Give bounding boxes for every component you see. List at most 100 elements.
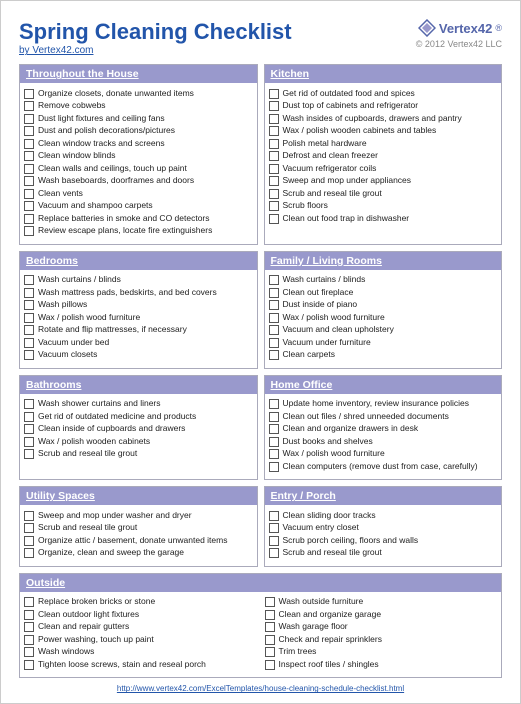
checkbox[interactable] xyxy=(269,300,279,310)
checkbox[interactable] xyxy=(265,647,275,657)
checkbox[interactable] xyxy=(269,412,279,422)
item-label: Clean and repair gutters xyxy=(38,621,129,632)
item-label: Organize attic / basement, donate unwant… xyxy=(38,535,227,546)
checkbox[interactable] xyxy=(24,622,34,632)
item-label: Scrub and reseal tile grout xyxy=(38,448,137,459)
checkbox[interactable] xyxy=(265,597,275,607)
list-item: Trim trees xyxy=(265,646,498,657)
checkbox[interactable] xyxy=(24,412,34,422)
checkbox[interactable] xyxy=(24,139,34,149)
checkbox[interactable] xyxy=(24,610,34,620)
item-label: Clean window tracks and screens xyxy=(38,138,165,149)
checkbox[interactable] xyxy=(24,660,34,670)
checkbox[interactable] xyxy=(24,201,34,211)
checkbox[interactable] xyxy=(269,214,279,224)
checkbox[interactable] xyxy=(24,189,34,199)
checkbox[interactable] xyxy=(24,548,34,558)
checkbox[interactable] xyxy=(269,189,279,199)
checkbox[interactable] xyxy=(24,325,34,335)
checkbox[interactable] xyxy=(24,164,34,174)
item-label: Review escape plans, locate fire extingu… xyxy=(38,225,212,236)
checkbox[interactable] xyxy=(269,424,279,434)
checkbox[interactable] xyxy=(269,338,279,348)
section-header-outside: Outside xyxy=(20,574,501,592)
checkbox[interactable] xyxy=(265,660,275,670)
checkbox[interactable] xyxy=(269,399,279,409)
checkbox[interactable] xyxy=(24,437,34,447)
checkbox[interactable] xyxy=(24,126,34,136)
checkbox[interactable] xyxy=(269,164,279,174)
checkbox[interactable] xyxy=(24,313,34,323)
list-item: Dust top of cabinets and refrigerator xyxy=(269,100,498,111)
section-items-bedrooms: Wash curtains / blindsWash mattress pads… xyxy=(20,270,257,361)
checkbox[interactable] xyxy=(24,350,34,360)
checkbox[interactable] xyxy=(24,300,34,310)
checkbox[interactable] xyxy=(269,548,279,558)
checkbox[interactable] xyxy=(24,151,34,161)
checkbox[interactable] xyxy=(24,523,34,533)
checkbox[interactable] xyxy=(269,126,279,136)
list-item: Scrub and reseal tile grout xyxy=(269,188,498,199)
checkbox[interactable] xyxy=(269,449,279,459)
list-item: Update home inventory, review insurance … xyxy=(269,398,498,409)
list-item: Tighten loose screws, stain and reseal p… xyxy=(24,659,257,670)
item-label: Wash insides of cupboards, drawers and p… xyxy=(283,113,462,124)
checkbox[interactable] xyxy=(269,313,279,323)
main-grid: Throughout the HouseOrganize closets, do… xyxy=(19,64,502,678)
checkbox[interactable] xyxy=(265,622,275,632)
checkbox[interactable] xyxy=(24,399,34,409)
checkbox[interactable] xyxy=(269,325,279,335)
checkbox[interactable] xyxy=(269,350,279,360)
checkbox[interactable] xyxy=(269,139,279,149)
list-item: Power washing, touch up paint xyxy=(24,634,257,645)
list-item: Check and repair sprinklers xyxy=(265,634,498,645)
checkbox[interactable] xyxy=(24,511,34,521)
checkbox[interactable] xyxy=(24,114,34,124)
footer-url[interactable]: http://www.vertex42.com/ExcelTemplates/h… xyxy=(19,684,502,693)
checkbox[interactable] xyxy=(24,424,34,434)
checkbox[interactable] xyxy=(269,114,279,124)
checkbox[interactable] xyxy=(24,597,34,607)
checkbox[interactable] xyxy=(24,449,34,459)
list-item: Vacuum closets xyxy=(24,349,253,360)
checkbox[interactable] xyxy=(269,536,279,546)
checkbox[interactable] xyxy=(24,101,34,111)
list-item: Clean sliding door tracks xyxy=(269,510,498,521)
checkbox[interactable] xyxy=(269,176,279,186)
checkbox[interactable] xyxy=(265,635,275,645)
checkbox[interactable] xyxy=(24,176,34,186)
checkbox[interactable] xyxy=(269,89,279,99)
checkbox[interactable] xyxy=(269,201,279,211)
item-label: Clean walls and ceilings, touch up paint xyxy=(38,163,187,174)
checkbox[interactable] xyxy=(269,462,279,472)
list-item: Remove cobwebs xyxy=(24,100,253,111)
checkbox[interactable] xyxy=(24,275,34,285)
checkbox[interactable] xyxy=(265,610,275,620)
list-item: Wax / polish wooden cabinets xyxy=(24,436,253,447)
checkbox[interactable] xyxy=(269,288,279,298)
item-label: Clean and organize garage xyxy=(279,609,382,620)
checkbox[interactable] xyxy=(269,511,279,521)
checkbox[interactable] xyxy=(24,338,34,348)
checkbox[interactable] xyxy=(24,226,34,236)
checkbox[interactable] xyxy=(269,437,279,447)
section-header-bathrooms: Bathrooms xyxy=(20,376,257,394)
checkbox[interactable] xyxy=(269,151,279,161)
checkbox[interactable] xyxy=(24,635,34,645)
item-label: Wash shower curtains and liners xyxy=(38,398,161,409)
checkbox[interactable] xyxy=(24,214,34,224)
item-label: Trim trees xyxy=(279,646,317,657)
list-item: Clean window blinds xyxy=(24,150,253,161)
checkbox[interactable] xyxy=(269,523,279,533)
checkbox[interactable] xyxy=(24,536,34,546)
checkbox[interactable] xyxy=(24,288,34,298)
section-entry: Entry / PorchClean sliding door tracksVa… xyxy=(264,486,503,567)
checkbox[interactable] xyxy=(24,89,34,99)
checkbox[interactable] xyxy=(269,101,279,111)
section-items-kitchen: Get rid of outdated food and spicesDust … xyxy=(265,83,502,224)
checkbox[interactable] xyxy=(269,275,279,285)
checkbox[interactable] xyxy=(24,647,34,657)
item-label: Wash windows xyxy=(38,646,94,657)
list-item: Wash shower curtains and liners xyxy=(24,398,253,409)
list-item: Get rid of outdated food and spices xyxy=(269,88,498,99)
